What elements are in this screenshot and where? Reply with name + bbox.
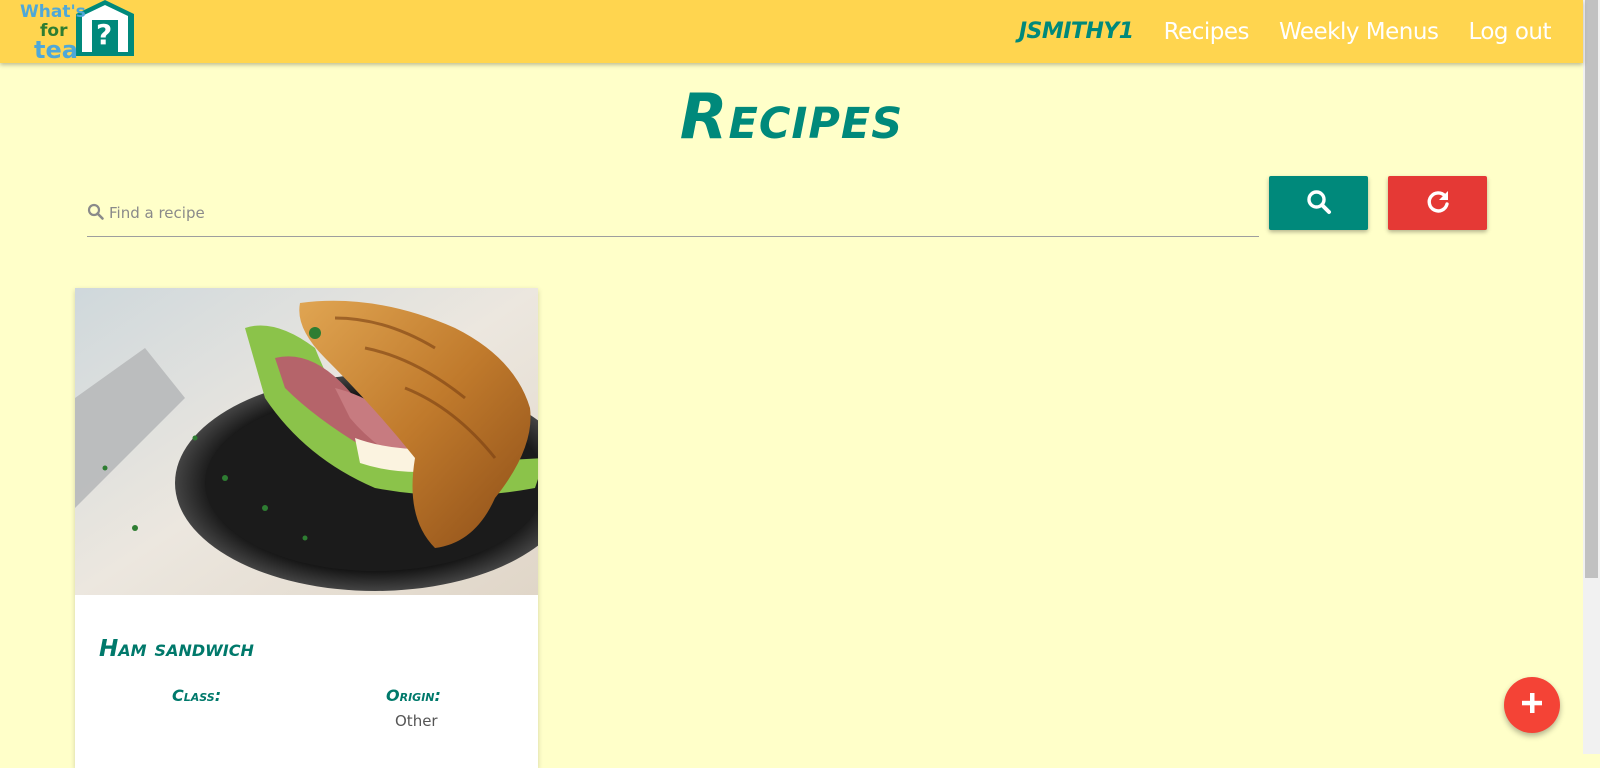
recipe-origin-label: Origin: (386, 686, 441, 705)
scrollbar-thumb[interactable] (1585, 0, 1598, 578)
whats-for-tea-logo[interactable]: ? What's for tea (20, 0, 140, 62)
search-icon (1306, 189, 1332, 218)
nav-links: JSMITHY1 Recipes Weekly Menus Log out (1019, 0, 1552, 63)
nav-logout-link[interactable]: Log out (1468, 19, 1551, 45)
nav-recipes-link[interactable]: Recipes (1164, 19, 1250, 45)
nav-weekly-menus-link[interactable]: Weekly Menus (1279, 19, 1439, 45)
navbar: ? What's for tea JSMITHY1 Recipes Weekly… (0, 0, 1583, 63)
svg-text:What's: What's (20, 2, 86, 22)
reset-button[interactable] (1388, 176, 1487, 230)
recipe-image (75, 288, 538, 595)
recipe-card[interactable]: Ham sandwich Class: Origin: Other (75, 288, 538, 768)
recipe-title[interactable]: Ham sandwich (99, 636, 254, 662)
search-input[interactable] (107, 198, 1247, 228)
search-bar (87, 190, 1259, 237)
plus-icon (1520, 691, 1544, 719)
svg-text:tea: tea (34, 36, 78, 62)
refresh-icon (1425, 189, 1451, 218)
page-scrollbar[interactable] (1583, 0, 1600, 754)
nav-user-link[interactable]: JSMITHY1 (1019, 19, 1134, 44)
add-recipe-button[interactable] (1504, 677, 1560, 733)
search-icon (87, 203, 105, 221)
search-button[interactable] (1269, 176, 1368, 230)
recipe-class-label: Class: (172, 686, 222, 705)
svg-text:?: ? (96, 18, 112, 51)
page-title: Recipes (679, 80, 904, 153)
recipe-origin-value: Other (395, 712, 438, 730)
